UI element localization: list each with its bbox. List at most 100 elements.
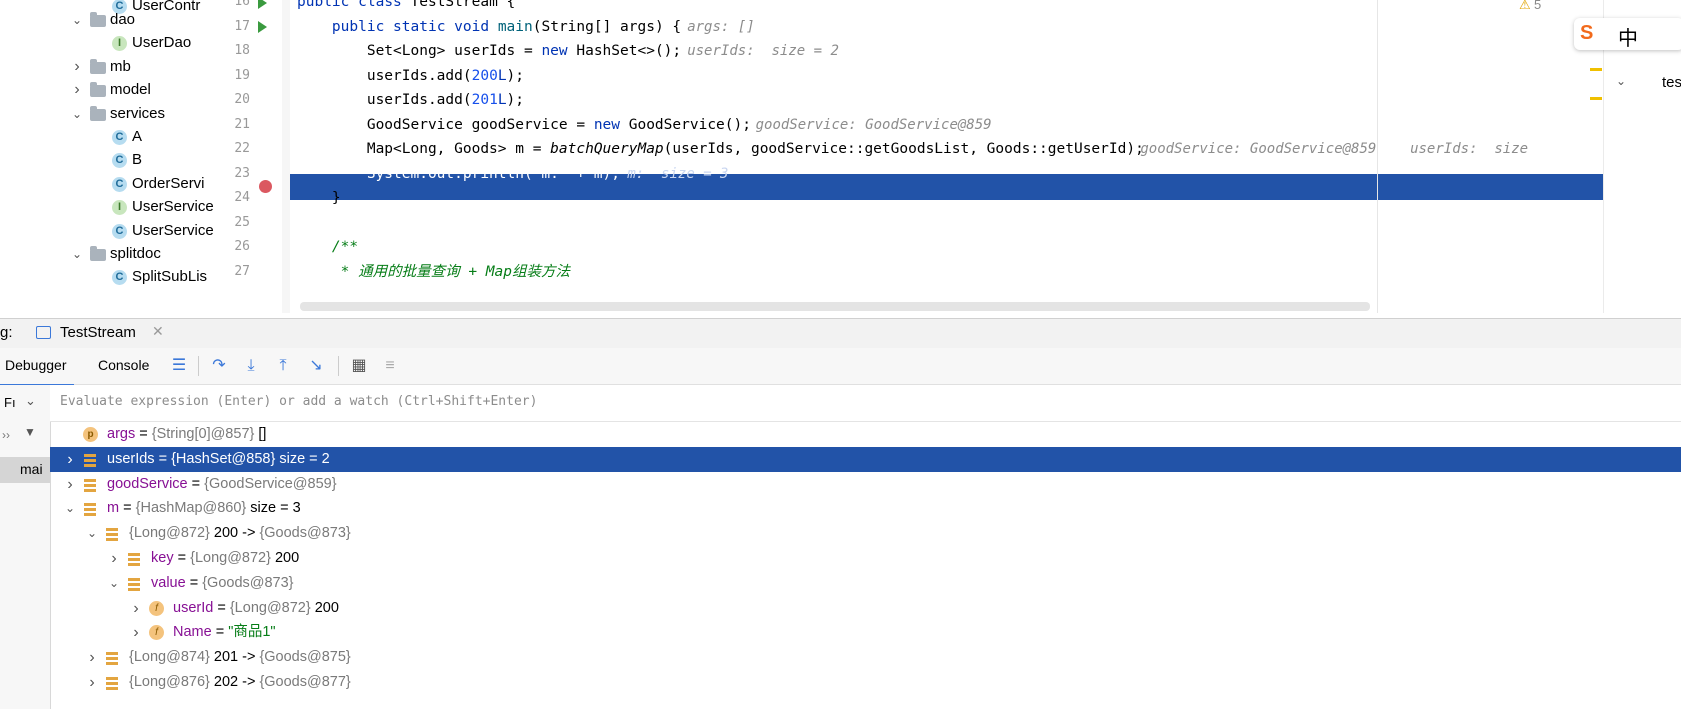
chevron-down-icon[interactable]: ⌄	[70, 8, 84, 32]
variable-row[interactable]: › {Long@876} 202 -> {Goods@877}	[50, 670, 1681, 695]
variable-value: 200	[270, 550, 300, 566]
tab-debugger[interactable]: Debugger	[0, 348, 74, 386]
tree-item[interactable]: CA	[0, 125, 220, 149]
line-number: 23	[234, 165, 250, 181]
tree-item[interactable]: C SplitSubLis	[0, 265, 220, 289]
object-icon	[105, 650, 120, 666]
tree-item[interactable]: › mb	[0, 55, 220, 79]
tree-item[interactable]: ⌄ dao	[0, 8, 220, 32]
tree-item[interactable]: I UserService	[0, 195, 220, 219]
variable-row[interactable]: › f Name = "商品1"	[50, 620, 1681, 645]
object-icon	[127, 576, 142, 591]
more-icon[interactable]: ››	[2, 428, 10, 442]
variable-name: goodService	[107, 475, 188, 492]
warning-icon[interactable]: ⚠	[1519, 0, 1531, 13]
evaluate-expression-field[interactable]: Evaluate expression (Enter) or add a wat…	[50, 385, 1681, 422]
variable-name: m	[107, 500, 120, 517]
variable-row[interactable]: › key = {Long@872} 200	[50, 546, 1681, 571]
tab-teststream[interactable]: TestStream ✕	[28, 319, 176, 351]
code-line[interactable]: Set<Long> userIds = new HashSet<>();	[297, 38, 681, 64]
frame-label: mai	[20, 461, 43, 477]
variable-text: userIds = {HashSet@858} size = 2	[107, 450, 330, 467]
code-line[interactable]: GoodService goodService = new GoodServic…	[297, 112, 751, 138]
close-icon[interactable]: ✕	[152, 323, 164, 340]
variable-row[interactable]: p args = {String[0]@857} []	[50, 422, 1681, 447]
code-line[interactable]: * 通用的批量查询 + Map组装方法	[297, 259, 570, 285]
right-tree-label: tes	[1662, 74, 1681, 91]
chevron-right-icon[interactable]: ›	[129, 596, 143, 621]
variable-row[interactable]: › goodService = {GoodService@859}	[50, 472, 1681, 497]
run-icon[interactable]	[258, 0, 267, 9]
tree-item[interactable]: ⌄ services	[0, 102, 220, 126]
evaluate-placeholder: Evaluate expression (Enter) or add a wat…	[60, 394, 538, 409]
code-line[interactable]: }	[297, 185, 341, 211]
tree-item-label: model	[110, 81, 151, 99]
variable-row[interactable]: › f userId = {Long@872} 200	[50, 596, 1681, 621]
variable-ref: {Long@872}	[229, 599, 311, 616]
object-icon	[83, 501, 98, 517]
variable-row[interactable]: › {Long@874} 201 -> {Goods@875}	[50, 645, 1681, 670]
breakpoint-icon[interactable]	[259, 180, 272, 193]
code-line[interactable]: userIds.add(200L);	[297, 63, 524, 89]
tab-console-label: Console	[98, 357, 150, 373]
code-line[interactable]: System.out.println("m:" + m);	[297, 161, 620, 187]
step-into-icon[interactable]: ⤓	[242, 357, 260, 375]
evaluate-expression-icon[interactable]: ▦	[350, 357, 368, 375]
tree-item[interactable]: › model	[0, 78, 220, 102]
variable-ref: {String[0]@857}	[151, 426, 255, 442]
menu-icon[interactable]: ☰	[170, 357, 188, 375]
code-line[interactable]: /**	[297, 234, 358, 260]
variable-ref: {GoodService@859}	[204, 475, 337, 492]
variable-text: userId = {Long@872} 200	[173, 599, 339, 616]
run-to-cursor-icon[interactable]: ↘	[307, 357, 325, 375]
chevron-right-icon[interactable]: ›	[129, 620, 143, 645]
chevron-right-icon[interactable]: ›	[63, 472, 77, 497]
chevron-right-icon[interactable]: ›	[85, 645, 99, 670]
inline-value-hint: userIds: size = 2	[687, 43, 839, 59]
code-line[interactable]: public static void main(String[] args) {	[297, 14, 681, 40]
tree-item[interactable]: C OrderServi	[0, 172, 220, 196]
chevron-down-icon[interactable]: ⌄	[107, 571, 121, 596]
tab-console[interactable]: Console	[90, 348, 160, 384]
trace-stream-icon[interactable]: ≡	[381, 357, 399, 375]
chevron-right-icon[interactable]: ›	[70, 78, 84, 102]
ime-mode: 中	[1618, 28, 1638, 50]
chevron-right-icon[interactable]: ›	[70, 55, 84, 79]
filter-dropdown-icon[interactable]: ▼	[24, 425, 36, 439]
chevron-down-icon[interactable]: ⌄	[63, 496, 77, 521]
frame-item[interactable]: mai	[0, 457, 50, 483]
code-line[interactable]: Map<Long, Goods> m = batchQueryMap(userI…	[297, 136, 1144, 162]
variable-name: userIds	[107, 450, 155, 467]
class-icon: C	[112, 270, 127, 286]
tree-item[interactable]: I UserDao	[0, 31, 220, 55]
run-icon[interactable]	[258, 21, 267, 33]
variable-text: {Long@874} 201 -> {Goods@875}	[129, 645, 351, 670]
editor-horizontal-scrollbar[interactable]	[300, 302, 1370, 311]
tree-item-label: UserService	[132, 198, 214, 216]
variable-text: m = {HashMap@860} size = 3	[107, 500, 301, 517]
chevron-right-icon[interactable]: ›	[107, 546, 121, 571]
chevron-down-icon[interactable]: ⌄	[70, 102, 84, 126]
variable-string: "商品1"	[228, 624, 276, 641]
chevron-down-icon[interactable]: ⌄	[70, 242, 84, 266]
step-over-icon[interactable]: ↷	[210, 357, 228, 375]
chevron-down-icon[interactable]: ⌄	[25, 393, 36, 409]
warnings-count: 5	[1534, 0, 1542, 12]
line-number: 21	[234, 116, 250, 132]
tree-item[interactable]: ⌄ splitdoc	[0, 242, 220, 266]
chevron-right-icon[interactable]: ›	[85, 670, 99, 695]
tree-item[interactable]: CB	[0, 148, 220, 172]
frames-label: Fı	[4, 395, 16, 410]
variable-text: {Long@876} 202 -> {Goods@877}	[129, 670, 351, 695]
code-line[interactable]: userIds.add(201L);	[297, 87, 524, 113]
variable-row[interactable]: ⌄ {Long@872} 200 -> {Goods@873}	[50, 521, 1681, 546]
variable-row[interactable]: ⌄ value = {Goods@873}	[50, 571, 1681, 596]
step-out-icon[interactable]: ⤒	[274, 357, 292, 375]
tree-item[interactable]: C UserService	[0, 219, 220, 243]
chevron-down-icon[interactable]: ⌄	[85, 521, 99, 546]
variable-value: 202 ->	[209, 674, 260, 690]
tree-chevron-icon[interactable]: ⌄	[1616, 74, 1626, 88]
chevron-right-icon[interactable]: ›	[63, 447, 77, 472]
variable-row[interactable]: › userIds = {HashSet@858} size = 2	[50, 446, 1681, 472]
variable-row[interactable]: ⌄ m = {HashMap@860} size = 3	[50, 496, 1681, 521]
